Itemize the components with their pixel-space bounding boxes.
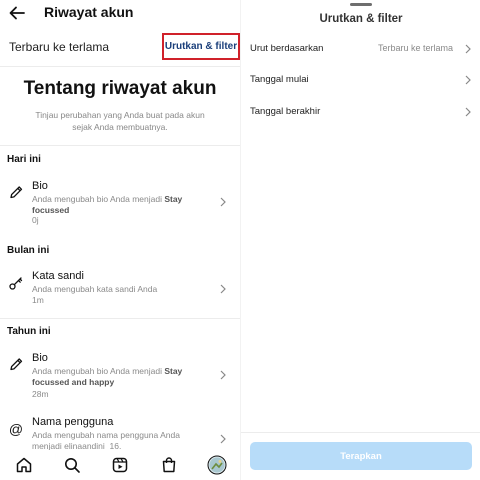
chevron-right-icon [220,197,226,207]
about-title: Tentang riwayat akun [23,78,217,99]
top-bar: Riwayat akun [0,0,240,28]
shop-icon[interactable] [160,456,178,474]
history-item-description: Anda mengubah bio Anda menjadi Stay focu… [32,366,183,387]
bottom-navigation [0,450,240,480]
history-item-title: Kata sandi [32,270,84,282]
chevron-right-icon [465,44,471,54]
section-header-today: Hari ini [7,154,41,165]
history-item-password[interactable]: Kata sandi Anda mengubah kata sandi Anda… [0,266,240,310]
history-item-description: Anda mengubah nama pengguna Anda menjadi… [32,430,180,451]
history-item-time: 1m [32,295,44,305]
chevron-right-icon [220,370,226,380]
sheet-title: Urutkan & filter [319,13,403,25]
at-sign-icon: @ [8,421,24,437]
option-value: Terbaru ke terlama [377,43,453,53]
option-sort-by[interactable]: Urut berdasarkan Terbaru ke terlama [241,39,480,61]
divider [0,66,240,67]
option-label: Tanggal berakhir [250,106,321,117]
sort-filter-sheet: Urutkan & filter Urut berdasarkan Terbar… [240,0,480,480]
pencil-icon [10,358,23,371]
page-title: Riwayat akun [44,4,134,20]
option-end-date[interactable]: Tanggal berakhir [241,102,480,124]
reels-icon[interactable] [111,456,129,474]
about-description: Tinjau perubahan yang Anda buat pada aku… [35,110,205,132]
history-item-title: Bio [32,180,48,192]
key-icon [9,277,23,290]
chevron-right-icon [465,75,471,85]
divider [0,145,240,146]
history-item-bio[interactable]: Bio Anda mengubah bio Anda menjadi Stay … [0,348,240,404]
apply-button[interactable]: Terapkan [250,442,472,470]
history-item-description: Anda mengubah kata sandi Anda [32,284,158,294]
section-header-this-year: Tahun ini [7,326,51,337]
option-label: Tanggal mulai [250,74,309,85]
history-item-username[interactable]: @ Nama pengguna Anda mengubah nama pengg… [0,414,240,451]
chevron-right-icon [220,434,226,444]
option-label: Urut berdasarkan [250,43,324,54]
sort-filter-button[interactable]: Urutkan & filter [162,33,240,60]
option-start-date[interactable]: Tanggal mulai [241,70,480,92]
account-history-screen: Riwayat akun Terbaru ke terlama Urutkan … [0,0,240,480]
history-item-title: Nama pengguna [32,416,114,428]
pencil-icon [10,186,23,199]
section-header-this-month: Bulan ini [7,245,50,256]
history-item-description: Anda mengubah bio Anda menjadi Stay focu… [32,194,183,215]
profile-avatar[interactable] [207,455,227,475]
divider [241,432,480,433]
history-item-title: Bio [32,352,48,364]
back-arrow-icon[interactable] [8,4,26,22]
history-item-time: 0j [32,215,39,225]
search-icon[interactable] [63,456,81,474]
history-item-bio[interactable]: Bio Anda mengubah bio Anda menjadi Stay … [0,176,240,230]
divider [0,318,240,319]
current-sort-label: Terbaru ke terlama [9,40,110,54]
sheet-drag-handle[interactable] [350,3,372,6]
chevron-right-icon [465,107,471,117]
home-icon[interactable] [15,456,33,474]
chevron-right-icon [220,284,226,294]
history-item-time: 28m [32,389,49,399]
